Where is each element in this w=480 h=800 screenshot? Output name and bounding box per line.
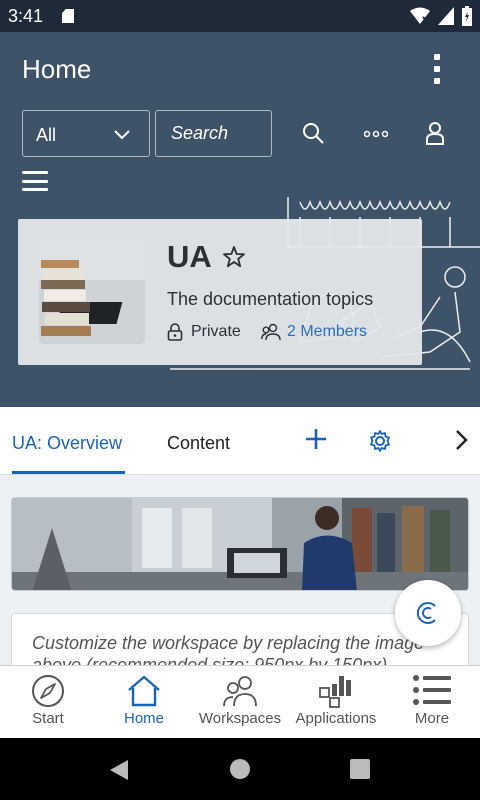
copilot-button[interactable] bbox=[395, 580, 461, 646]
nav-more[interactable]: More bbox=[384, 666, 480, 739]
nav-workspaces[interactable]: Workspaces bbox=[192, 666, 288, 739]
list-menu-icon bbox=[413, 675, 451, 705]
nav-home-label: Home bbox=[123, 710, 164, 727]
back-icon[interactable] bbox=[108, 758, 130, 782]
status-time: 3:41 bbox=[8, 6, 44, 26]
status-bar: 3:41 bbox=[0, 0, 480, 32]
nav-start[interactable]: Start bbox=[0, 666, 96, 739]
page-title: Home bbox=[22, 54, 92, 84]
nav-applications[interactable]: Applications bbox=[288, 666, 384, 739]
nav-start-label: Start bbox=[32, 710, 64, 727]
books-image bbox=[39, 240, 145, 344]
system-navigation-bar bbox=[0, 738, 480, 800]
battery-icon bbox=[462, 6, 472, 26]
header: Home All .search::placeholder { color: #… bbox=[0, 32, 480, 407]
members-link[interactable]: 2 Members bbox=[261, 323, 367, 341]
nav-workspaces-label: Workspaces bbox=[198, 710, 282, 727]
tab-overview[interactable]: UA: Overview bbox=[12, 433, 122, 454]
applications-icon bbox=[319, 676, 351, 708]
workspace-card[interactable]: UA The documentation topics Private 2 Me… bbox=[18, 219, 422, 365]
search-icon[interactable] bbox=[302, 122, 324, 144]
search-input[interactable] bbox=[155, 110, 272, 157]
copilot-icon bbox=[416, 602, 436, 624]
workspace-description: The documentation topics bbox=[167, 289, 374, 309]
bottom-navigation: Start Home Workspaces Applications More bbox=[0, 665, 480, 738]
home-icon bbox=[128, 675, 160, 707]
user-profile-icon[interactable] bbox=[425, 121, 445, 145]
visibility-info: Private bbox=[167, 323, 241, 341]
people-icon bbox=[223, 676, 257, 707]
office-photo bbox=[12, 498, 468, 590]
gear-icon[interactable] bbox=[368, 429, 392, 453]
menu-icon[interactable] bbox=[22, 171, 48, 191]
more-options-icon[interactable] bbox=[364, 130, 388, 138]
lock-icon bbox=[167, 323, 183, 341]
active-tab-indicator bbox=[12, 471, 125, 474]
chevron-right-icon[interactable] bbox=[454, 429, 468, 451]
members-label: 2 Members bbox=[287, 323, 368, 340]
workspace-name: UA bbox=[167, 239, 212, 274]
filter-value: All bbox=[36, 125, 57, 145]
favorite-star-icon[interactable] bbox=[222, 245, 246, 269]
sd-card-icon bbox=[62, 9, 74, 23]
add-icon[interactable] bbox=[304, 427, 328, 451]
nav-home[interactable]: Home bbox=[96, 666, 192, 739]
recents-icon[interactable] bbox=[350, 759, 370, 779]
compass-icon bbox=[32, 675, 64, 707]
members-icon bbox=[261, 323, 281, 341]
workspace-banner-image[interactable] bbox=[11, 497, 469, 591]
workspace-tabs: UA: Overview Content bbox=[0, 407, 480, 475]
signal-icon bbox=[438, 7, 454, 25]
status-icons bbox=[410, 6, 472, 26]
filter-select[interactable]: All bbox=[22, 110, 150, 157]
overflow-menu-icon[interactable] bbox=[432, 54, 442, 84]
workspace-thumbnail bbox=[39, 240, 145, 344]
chevron-down-icon bbox=[114, 130, 130, 140]
nav-applications-label: Applications bbox=[295, 710, 377, 727]
nav-more-label: More bbox=[414, 710, 450, 727]
home-circle-icon[interactable] bbox=[229, 758, 251, 780]
visibility-label: Private bbox=[191, 323, 241, 340]
wifi-icon bbox=[410, 7, 430, 24]
tab-content[interactable]: Content bbox=[167, 433, 230, 454]
